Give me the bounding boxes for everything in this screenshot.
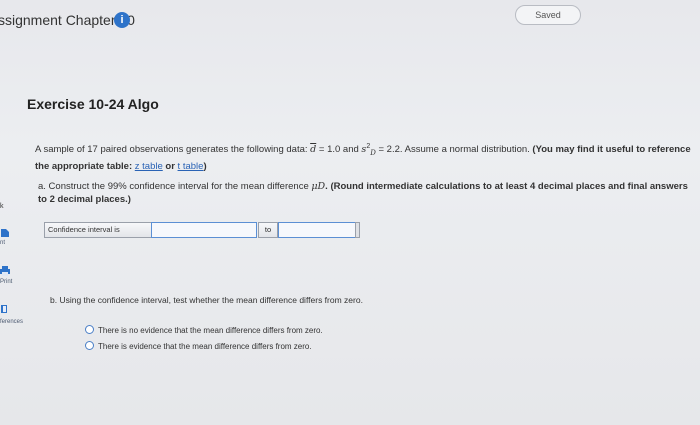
sidebar-item-print[interactable]: Print <box>0 279 12 285</box>
document-icon[interactable] <box>0 228 10 238</box>
part-a-prompt: a. Construct the 99% confidence interval… <box>38 181 688 205</box>
ci-to-label: to <box>258 222 278 238</box>
radio-button[interactable] <box>85 325 94 334</box>
exercise-title: Exercise 10-24 Algo <box>27 96 159 112</box>
ci-lower-input[interactable] <box>151 222 257 238</box>
problem-statement: A sample of 17 paired observations gener… <box>35 143 691 173</box>
info-icon[interactable]: i <box>114 12 130 28</box>
radio-button[interactable] <box>85 341 94 350</box>
left-sidebar: k nt Print ferences <box>0 190 40 350</box>
book-icon[interactable] <box>0 304 10 314</box>
sidebar-item-label: nt <box>0 240 6 246</box>
z-table-link[interactable]: z table <box>135 161 163 172</box>
confidence-interval-row: Confidence interval is to <box>44 222 360 238</box>
assignment-header: ssignment Chapter 10 i Saved <box>0 0 700 40</box>
ci-row-end-cap <box>355 222 360 238</box>
radio-option-evidence[interactable]: There is evidence that the mean differen… <box>85 341 312 351</box>
option-label: There is no evidence that the mean diffe… <box>98 326 323 335</box>
t-table-link[interactable]: t table <box>178 161 204 172</box>
option-label: There is evidence that the mean differen… <box>98 342 312 351</box>
radio-option-no-evidence[interactable]: There is no evidence that the mean diffe… <box>85 325 323 335</box>
sidebar-top-label: k <box>0 203 4 210</box>
part-b-prompt: b. Using the confidence interval, test w… <box>50 295 363 305</box>
confidence-interval-label: Confidence interval is <box>44 222 153 238</box>
printer-icon[interactable] <box>0 266 10 276</box>
sidebar-item-references[interactable]: ferences <box>0 319 23 325</box>
ci-upper-input[interactable] <box>278 222 356 238</box>
saved-status-badge: Saved <box>515 5 581 25</box>
